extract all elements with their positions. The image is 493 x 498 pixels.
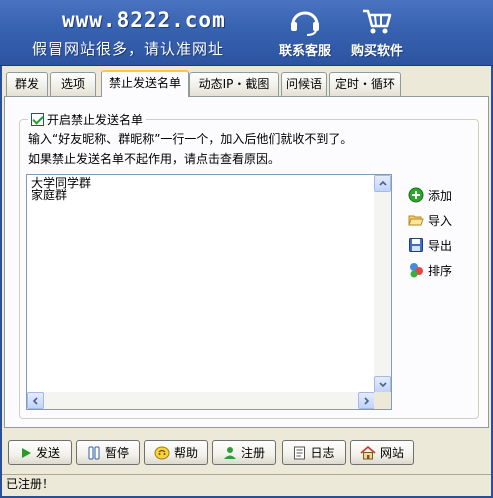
scroll-down-button[interactable]: [374, 376, 391, 393]
home-icon: [360, 445, 376, 459]
pause-label: 暂停: [104, 446, 129, 460]
website-label: 网站: [379, 446, 404, 460]
buy-software-button[interactable]: 购买软件: [342, 8, 412, 60]
add-icon: [408, 187, 424, 203]
add-label: 添加: [428, 188, 453, 203]
sort-icon: [410, 263, 423, 278]
user-icon: [223, 446, 236, 459]
pause-button[interactable]: 暂停: [76, 440, 140, 465]
site-url: www.8222.com: [62, 8, 226, 32]
checkbox-checked-icon[interactable]: [31, 113, 44, 126]
headset-icon: [288, 8, 322, 36]
scrollbar-corner: [374, 392, 391, 409]
site-slogan: 假冒网站很多，请认准网址: [32, 40, 225, 58]
export-button[interactable]: 导出: [408, 236, 478, 254]
chevron-left-icon: [32, 397, 38, 405]
app-window: www.8222.com 假冒网站很多，请认准网址 联系客服 购买软件 群发 选…: [0, 0, 493, 498]
enable-blacklist-label: 开启禁止发送名单: [47, 113, 144, 127]
tab-blacklist[interactable]: 禁止发送名单: [101, 70, 189, 97]
pause-icon: [88, 446, 100, 459]
help-label: 帮助: [173, 446, 198, 460]
chevron-up-icon: [379, 180, 387, 186]
buy-software-label: 购买软件: [350, 44, 403, 59]
blacklist-description-line1: 输入“好友昵称、群昵称”一行一个，加入后他们就收不到了。: [28, 132, 353, 146]
log-button[interactable]: 日志: [282, 440, 346, 465]
register-button[interactable]: 注册: [212, 440, 276, 465]
sort-label: 排序: [428, 263, 453, 278]
shopping-cart-icon: [360, 8, 394, 36]
document-icon: [294, 446, 306, 459]
horizontal-scrollbar[interactable]: [27, 392, 375, 409]
status-bar: 已注册！: [2, 474, 491, 494]
blacklist-description-line2[interactable]: 如果禁止发送名单不起作用，请点击查看原因。: [28, 150, 280, 167]
list-item[interactable]: 大学同学群: [31, 177, 371, 189]
status-text: 已注册！: [6, 477, 55, 491]
tab-greetings[interactable]: 问候语: [281, 72, 327, 96]
scroll-up-button[interactable]: [374, 175, 391, 192]
import-label: 导入: [428, 213, 453, 228]
contact-service-button[interactable]: 联系客服: [270, 8, 340, 60]
chevron-down-icon: [379, 382, 387, 388]
contact-service-label: 联系客服: [278, 44, 331, 59]
sort-button[interactable]: 排序: [408, 261, 478, 279]
log-label: 日志: [310, 446, 335, 460]
tab-options[interactable]: 选项: [50, 72, 96, 96]
send-label: 发送: [35, 446, 60, 460]
blacklist-textbox[interactable]: 大学同学群 家庭群: [26, 174, 392, 410]
website-button[interactable]: 网站: [350, 440, 414, 465]
blacklist-groupbox: 开启禁止发送名单 输入“好友昵称、群昵称”一行一个，加入后他们就收不到了。 如果…: [19, 111, 479, 419]
export-label: 导出: [428, 238, 453, 253]
folder-open-icon: [408, 215, 424, 226]
tab-dynamic-ip-screenshot[interactable]: 动态IP・截图: [189, 72, 279, 96]
add-button[interactable]: 添加: [408, 186, 478, 204]
tab-schedule-loop[interactable]: 定时・循环: [329, 72, 401, 96]
blacklist-panel: 开启禁止发送名单 输入“好友昵称、群昵称”一行一个，加入后他们就收不到了。 如果…: [4, 96, 489, 428]
vertical-scrollbar[interactable]: [374, 175, 391, 393]
blacklist-entries[interactable]: 大学同学群 家庭群: [27, 175, 375, 393]
tab-mass-send[interactable]: 群发: [6, 72, 48, 96]
help-button[interactable]: 帮助: [144, 440, 208, 465]
chevron-right-icon: [364, 397, 370, 405]
send-button[interactable]: 发送: [8, 440, 72, 465]
header-banner: www.8222.com 假冒网站很多，请认准网址 联系客服 购买软件: [0, 0, 493, 66]
scroll-left-button[interactable]: [27, 392, 44, 409]
list-item[interactable]: 家庭群: [31, 189, 371, 201]
play-icon: [21, 447, 31, 458]
import-button[interactable]: 导入: [408, 211, 478, 229]
enable-blacklist-checkbox[interactable]: 开启禁止发送名单: [28, 111, 147, 128]
floppy-disk-icon: [409, 238, 423, 252]
scroll-right-button[interactable]: [358, 392, 375, 409]
register-label: 注册: [240, 446, 265, 460]
help-icon: [154, 446, 170, 459]
